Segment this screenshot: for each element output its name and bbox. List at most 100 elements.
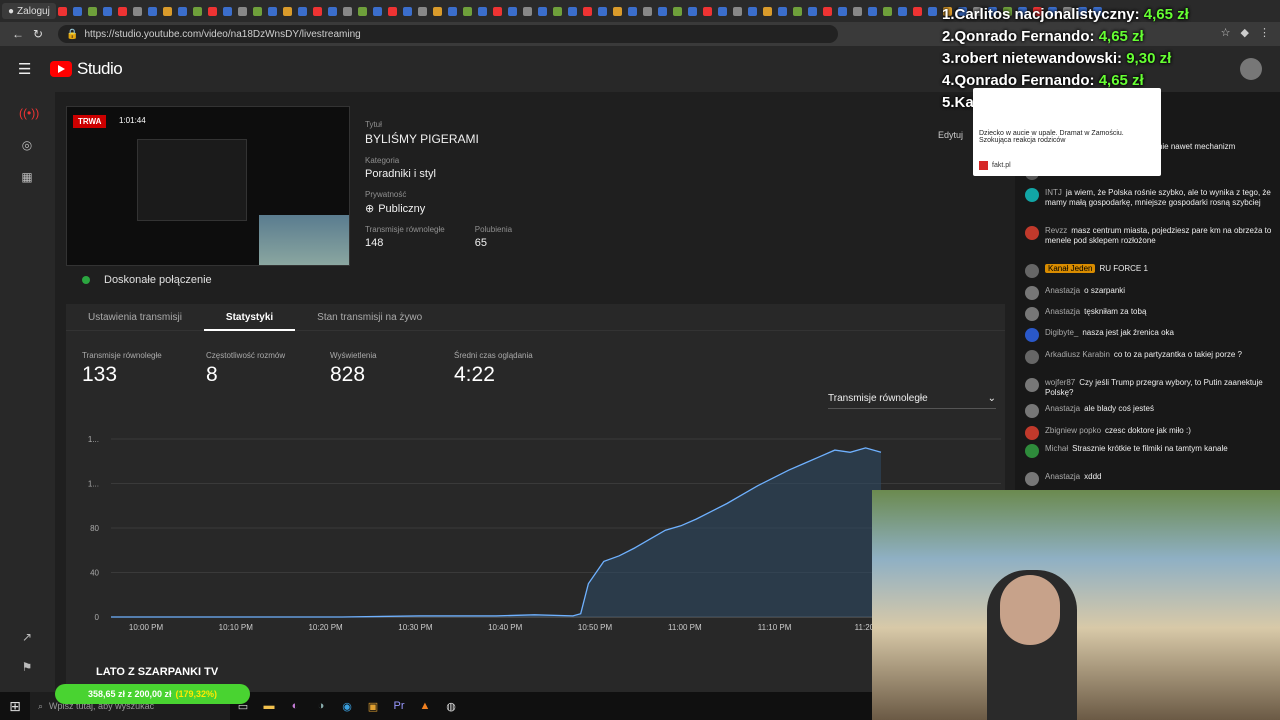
tab-favicon-icon[interactable]	[837, 6, 847, 16]
app-icon[interactable]: ▣	[360, 692, 386, 720]
tab-favicon-icon[interactable]	[72, 6, 82, 16]
tab-favicon-icon[interactable]	[102, 6, 112, 16]
tab-favicon-icon[interactable]	[477, 6, 487, 16]
chat-author[interactable]: Anastazja	[1045, 307, 1080, 316]
reload-icon[interactable]: ↻	[28, 27, 48, 41]
tab-favicon-icon[interactable]	[747, 6, 757, 16]
vlc-icon[interactable]: ▲	[412, 692, 438, 720]
profile-button[interactable]: ● Zaloguj	[2, 3, 56, 19]
edit-button[interactable]: Edytuj	[938, 130, 963, 140]
camera-icon[interactable]: ◎	[19, 138, 35, 154]
chat-author[interactable]: Digibyte_	[1045, 328, 1078, 337]
file-explorer-icon[interactable]: ▬	[256, 692, 282, 720]
tab-favicon-icon[interactable]	[867, 6, 877, 16]
tab-statistics[interactable]: Statystyki	[203, 304, 296, 331]
premiere-icon[interactable]: Pr	[386, 692, 412, 720]
tab-favicon-icon[interactable]	[87, 6, 97, 16]
tab-favicon-icon[interactable]	[402, 6, 412, 16]
tab-favicon-icon[interactable]	[192, 6, 202, 16]
app-icon[interactable]: ◐	[282, 692, 308, 720]
tab-favicon-icon[interactable]	[642, 6, 652, 16]
news-popup[interactable]: Dziecko w aucie w upale. Dramat w Zamośc…	[973, 88, 1161, 176]
tab-favicon-icon[interactable]	[297, 6, 307, 16]
chat-author[interactable]: INTJ	[1045, 188, 1062, 197]
chat-avatar[interactable]	[1025, 378, 1039, 392]
tab-favicon-icon[interactable]	[852, 6, 862, 16]
tab-stream-health[interactable]: Stan transmisji na żywo	[295, 304, 444, 331]
tab-favicon-icon[interactable]	[237, 6, 247, 16]
tab-favicon-icon[interactable]	[147, 6, 157, 16]
tab-favicon-icon[interactable]	[492, 6, 502, 16]
tab-favicon-icon[interactable]	[717, 6, 727, 16]
tab-favicon-icon[interactable]	[552, 6, 562, 16]
tab-favicon-icon[interactable]	[387, 6, 397, 16]
tab-favicon-icon[interactable]	[537, 6, 547, 16]
tab-favicon-icon[interactable]	[252, 6, 262, 16]
chat-avatar[interactable]	[1025, 444, 1039, 458]
chat-avatar[interactable]	[1025, 307, 1039, 321]
tab-favicon-icon[interactable]	[342, 6, 352, 16]
tab-favicon-icon[interactable]	[507, 6, 517, 16]
tab-favicon-icon[interactable]	[447, 6, 457, 16]
tab-favicon-icon[interactable]	[657, 6, 667, 16]
url-input[interactable]: 🔒 https://studio.youtube.com/video/na18D…	[58, 25, 838, 43]
chat-avatar[interactable]	[1025, 226, 1039, 240]
tab-favicon-icon[interactable]	[612, 6, 622, 16]
tab-favicon-icon[interactable]	[732, 6, 742, 16]
chat-avatar[interactable]	[1025, 426, 1039, 440]
tab-favicon-icon[interactable]	[162, 6, 172, 16]
tab-favicon-icon[interactable]	[567, 6, 577, 16]
browser-icon[interactable]: ◉	[334, 692, 360, 720]
tab-favicon-icon[interactable]	[672, 6, 682, 16]
chat-author[interactable]: Zbigniew popko	[1045, 426, 1101, 435]
tab-favicon-icon[interactable]	[927, 6, 937, 16]
tab-favicon-icon[interactable]	[207, 6, 217, 16]
metric-dropdown[interactable]: Transmisje równoległe ⌄	[828, 393, 996, 409]
tab-favicon-icon[interactable]	[897, 6, 907, 16]
tab-favicon-icon[interactable]	[792, 6, 802, 16]
tab-favicon-icon[interactable]	[282, 6, 292, 16]
tab-favicon-icon[interactable]	[462, 6, 472, 16]
tab-favicon-icon[interactable]	[177, 6, 187, 16]
tab-favicon-icon[interactable]	[822, 6, 832, 16]
chat-avatar[interactable]	[1025, 328, 1039, 342]
chat-avatar[interactable]	[1025, 286, 1039, 300]
tab-favicon-icon[interactable]	[117, 6, 127, 16]
chat-author[interactable]: Anastazja	[1045, 286, 1080, 295]
tab-favicon-icon[interactable]	[627, 6, 637, 16]
tab-settings[interactable]: Ustawienia transmisji	[66, 304, 204, 331]
feedback-icon[interactable]: ⚑	[19, 660, 35, 676]
tab-favicon-icon[interactable]	[702, 6, 712, 16]
tab-favicon-icon[interactable]	[327, 6, 337, 16]
chat-avatar[interactable]	[1025, 264, 1039, 278]
live-broadcast-icon[interactable]: ((•))	[19, 106, 39, 122]
tab-favicon-icon[interactable]	[687, 6, 697, 16]
chat-author[interactable]: Revzz	[1045, 226, 1067, 235]
calendar-icon[interactable]: ▦	[19, 170, 35, 186]
stream-preview[interactable]: TRWA 1:01:44	[66, 106, 350, 266]
chat-author[interactable]: Anastazja	[1045, 472, 1080, 481]
tab-favicon-icon[interactable]	[357, 6, 367, 16]
chat-avatar[interactable]	[1025, 188, 1039, 202]
tab-favicon-icon[interactable]	[57, 6, 67, 16]
studio-logo[interactable]: Studio	[50, 59, 123, 79]
hamburger-menu-icon[interactable]: ☰	[18, 60, 34, 78]
tab-favicon-icon[interactable]	[267, 6, 277, 16]
tab-favicon-icon[interactable]	[222, 6, 232, 16]
chat-author[interactable]: Anastazja	[1045, 404, 1080, 413]
tab-favicon-icon[interactable]	[432, 6, 442, 16]
chat-author[interactable]: Arkadiusz Karabin	[1045, 350, 1110, 359]
back-arrow-icon[interactable]: ←	[8, 27, 28, 41]
tab-favicon-icon[interactable]	[597, 6, 607, 16]
tab-favicon-icon[interactable]	[582, 6, 592, 16]
chat-author[interactable]: Kanał Jeden	[1045, 264, 1096, 273]
tab-favicon-icon[interactable]	[777, 6, 787, 16]
app-icon[interactable]: ◑	[308, 692, 334, 720]
obs-icon[interactable]: ◍	[438, 692, 464, 720]
tab-favicon-icon[interactable]	[807, 6, 817, 16]
tab-favicon-icon[interactable]	[762, 6, 772, 16]
tab-favicon-icon[interactable]	[312, 6, 322, 16]
tab-favicon-icon[interactable]	[372, 6, 382, 16]
tab-favicon-icon[interactable]	[522, 6, 532, 16]
tab-favicon-icon[interactable]	[912, 6, 922, 16]
